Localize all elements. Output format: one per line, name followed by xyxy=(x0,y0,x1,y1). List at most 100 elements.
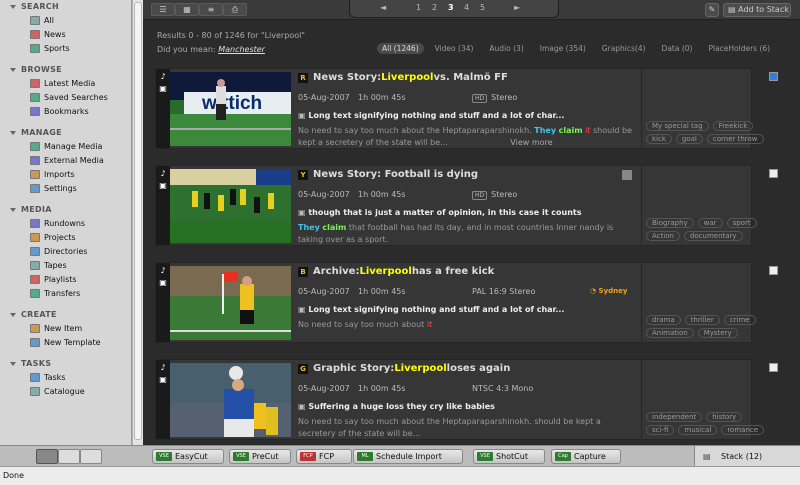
stack-button[interactable]: ▤ Stack (12) xyxy=(694,446,800,467)
filter-tab[interactable]: Video (34) xyxy=(430,43,479,54)
tool-button[interactable]: ML Schedule Import xyxy=(353,449,463,464)
sidebar-item[interactable]: Saved Searches xyxy=(0,90,131,104)
sidebar-item[interactable]: New Template xyxy=(0,335,131,349)
tag[interactable]: thriller xyxy=(684,315,720,325)
sidebar-item[interactable]: Projects xyxy=(0,230,131,244)
page-3[interactable]: 3 xyxy=(448,3,454,12)
sidebar-scrollbar[interactable] xyxy=(132,0,143,445)
result-title[interactable]: G Graphic Story: Liverpool loses again xyxy=(298,363,510,374)
sidebar-item[interactable]: All xyxy=(0,13,131,27)
sidebar-item[interactable]: Rundowns xyxy=(0,216,131,230)
tag[interactable]: Mystery xyxy=(697,328,738,338)
filter-tab[interactable]: PlaceHolders (6) xyxy=(703,43,775,54)
sidebar-section-header[interactable]: MANAGE xyxy=(0,126,131,139)
result-card[interactable]: ♪ ▣ G Graphic Story: Liverpool loses again 0… xyxy=(155,359,778,440)
layout-print-button[interactable] xyxy=(80,449,102,464)
sidebar-item[interactable]: Tasks xyxy=(0,370,131,384)
sidebar-section-header[interactable]: MEDIA xyxy=(0,203,131,216)
result-thumbnail[interactable] xyxy=(170,266,291,340)
sidebar-item[interactable]: Bookmarks xyxy=(0,104,131,118)
filter-tab[interactable]: All (1246) xyxy=(377,43,424,54)
page-5[interactable]: 5 xyxy=(480,3,485,12)
sidebar-item[interactable]: Transfers xyxy=(0,286,131,300)
filter-tab[interactable]: Image (354) xyxy=(535,43,591,54)
sidebar-item[interactable]: Settings xyxy=(0,181,131,195)
prev-page-button[interactable]: ◄ xyxy=(380,3,386,12)
tag[interactable]: sport xyxy=(726,218,757,228)
tag[interactable]: goal xyxy=(675,134,703,144)
sidebar-item[interactable]: New Item xyxy=(0,321,131,335)
print-view-button[interactable]: ⎙ xyxy=(223,3,247,16)
select-checkbox[interactable] xyxy=(769,266,778,275)
tag[interactable]: corner throw xyxy=(706,134,764,144)
format-label: NTSC 4:3 Mono xyxy=(472,384,534,393)
sidebar-item[interactable]: Imports xyxy=(0,167,131,181)
list-view-button[interactable]: ☰ xyxy=(151,3,175,16)
tool-button[interactable]: VSE PreCut xyxy=(229,449,291,464)
filter-tab[interactable]: Graphics(4) xyxy=(597,43,651,54)
tag[interactable]: documentary xyxy=(683,231,743,241)
result-title[interactable]: R News Story: Liverpool vs. Malmö FF xyxy=(298,72,508,83)
tag[interactable]: Biography xyxy=(646,218,694,228)
result-thumbnail[interactable] xyxy=(170,363,291,437)
filter-tab[interactable]: Data (0) xyxy=(657,43,698,54)
sidebar-item[interactable]: News xyxy=(0,27,131,41)
result-card[interactable]: ♪ ▣ Y News Story: Football is dying 05-Aug-2… xyxy=(155,165,778,246)
result-title[interactable]: Y News Story: Football is dying xyxy=(298,169,478,180)
next-page-button[interactable]: ► xyxy=(514,3,520,12)
add-to-stack-button[interactable]: ▤ Add to Stack xyxy=(723,3,791,17)
view-more-link[interactable]: View more xyxy=(510,138,552,147)
tool-button[interactable]: Cap Capture xyxy=(551,449,621,464)
result-title[interactable]: B Archive: Liverpool has a free kick xyxy=(298,266,494,277)
sidebar-section-header[interactable]: TASKS xyxy=(0,357,131,370)
sidebar-item[interactable]: External Media xyxy=(0,153,131,167)
select-checkbox[interactable] xyxy=(769,363,778,372)
format-label: PAL 16:9 Stereo xyxy=(472,287,536,296)
tag[interactable]: romance xyxy=(721,425,765,435)
sidebar-item[interactable]: Sports xyxy=(0,41,131,55)
suggestion-link[interactable]: Manchester xyxy=(218,45,265,54)
select-checkbox[interactable] xyxy=(769,169,778,178)
tag[interactable]: crime xyxy=(723,315,756,325)
tool-button[interactable]: VSE ShotCut xyxy=(473,449,545,464)
sidebar-item[interactable]: Catalogue xyxy=(0,384,131,398)
layout-split-button[interactable] xyxy=(36,449,58,464)
tag[interactable]: history xyxy=(706,412,743,422)
stack-icon[interactable] xyxy=(622,170,632,180)
tag[interactable]: sci-fi xyxy=(646,425,675,435)
tag[interactable]: independent xyxy=(646,412,703,422)
tool-button[interactable]: VSE EasyCut xyxy=(152,449,224,464)
result-thumbnail[interactable]: wittich xyxy=(170,72,291,146)
page-2[interactable]: 2 xyxy=(432,3,437,12)
tool-button[interactable]: FCP FCP xyxy=(296,449,352,464)
tag[interactable]: drama xyxy=(646,315,681,325)
result-card[interactable]: ♪ ▣ wittich R News Story: Liverpool vs. Malm… xyxy=(155,68,778,149)
tag[interactable]: musical xyxy=(678,425,718,435)
scrollbar-thumb[interactable] xyxy=(134,2,142,440)
sidebar-item[interactable]: Manage Media xyxy=(0,139,131,153)
sidebar-section-header[interactable]: SEARCH xyxy=(0,0,131,13)
page-4[interactable]: 4 xyxy=(464,3,469,12)
sidebar-section-header[interactable]: CREATE xyxy=(0,308,131,321)
sidebar-item[interactable]: Directories xyxy=(0,244,131,258)
tag[interactable]: war xyxy=(697,218,723,228)
tag[interactable]: Action xyxy=(646,231,680,241)
sidebar-item[interactable]: Tapes xyxy=(0,258,131,272)
result-card[interactable]: ♪ ▣ B Archive: Liverpool has a free kick 05-… xyxy=(155,262,778,343)
layout-list-button[interactable] xyxy=(58,449,80,464)
tag[interactable]: kick xyxy=(646,134,672,144)
sidebar-item[interactable]: Latest Media xyxy=(0,76,131,90)
result-thumbnail[interactable] xyxy=(170,169,291,243)
tag[interactable]: Freekick xyxy=(712,121,754,131)
wrench-icon[interactable]: ✎ xyxy=(705,3,719,17)
sidebar-item[interactable]: Playlists xyxy=(0,272,131,286)
filter-tab[interactable]: Audio (3) xyxy=(484,43,528,54)
detail-view-button[interactable]: ≡ xyxy=(199,3,223,16)
sidebar-section-header[interactable]: BROWSE xyxy=(0,63,131,76)
page-1[interactable]: 1 xyxy=(416,3,421,12)
select-checkbox[interactable] xyxy=(769,72,778,81)
tag[interactable]: Animation xyxy=(646,328,694,338)
tag[interactable]: My special tag xyxy=(646,121,709,131)
highlight-text: Long text signifying nothing and stuff a… xyxy=(308,111,565,120)
grid-view-button[interactable]: ▦ xyxy=(175,3,199,16)
